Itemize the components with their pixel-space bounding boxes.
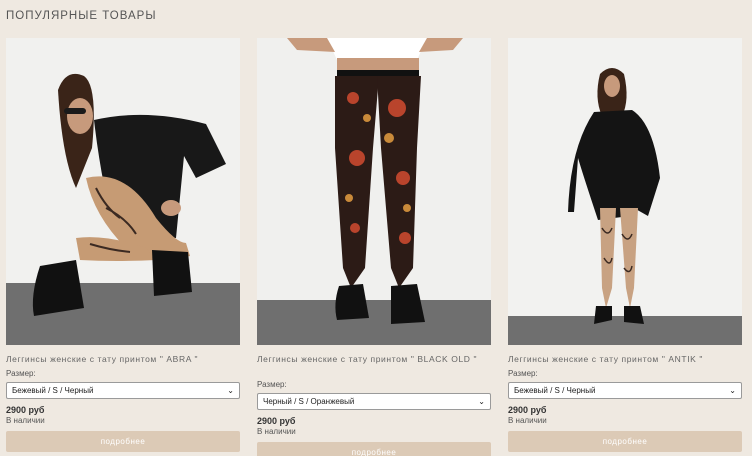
details-button[interactable]: подробнее xyxy=(6,431,240,452)
stock-status: В наличии xyxy=(508,416,547,425)
size-label: Размер: xyxy=(508,369,538,378)
variant-select[interactable]: Бежевый / S / Черный ⌄ xyxy=(508,382,742,399)
section-title: ПОПУЛЯРНЫЕ ТОВАРЫ xyxy=(6,10,157,22)
details-button[interactable]: подробнее xyxy=(508,431,742,452)
product-price: 2900 руб xyxy=(508,405,547,415)
variant-select[interactable]: Бежевый / S / Черный ⌄ xyxy=(6,382,240,399)
variant-select-value: Черный / S / Оранжевый xyxy=(263,397,355,406)
product-name[interactable]: Леггинсы женские с тату принтом " ANTIK … xyxy=(508,354,742,365)
product-card: Леггинсы женские с тату принтом " BLACK … xyxy=(257,38,491,456)
chevron-down-icon: ⌄ xyxy=(227,386,234,395)
chevron-down-icon: ⌄ xyxy=(478,397,485,406)
product-photo[interactable] xyxy=(508,38,742,345)
stock-status: В наличии xyxy=(6,416,45,425)
variant-select[interactable]: Черный / S / Оранжевый ⌄ xyxy=(257,393,491,410)
product-name[interactable]: Леггинсы женские с тату принтом " ABRA " xyxy=(6,354,240,365)
details-button[interactable]: подробнее xyxy=(257,442,491,456)
variant-select-value: Бежевый / S / Черный xyxy=(514,386,596,395)
popular-products-page: ПОПУЛЯРНЫЕ ТОВАРЫ Леггинсы женские с тат… xyxy=(0,0,752,456)
product-name[interactable]: Леггинсы женские с тату принтом " BLACK … xyxy=(257,354,491,376)
product-photo[interactable] xyxy=(257,38,491,345)
product-price: 2900 руб xyxy=(6,405,45,415)
product-card: Леггинсы женские с тату принтом " ABRA "… xyxy=(6,38,240,452)
chevron-down-icon: ⌄ xyxy=(729,386,736,395)
product-price: 2900 руб xyxy=(257,416,296,426)
product-card: Леггинсы женские с тату принтом " ANTIK … xyxy=(508,38,742,452)
stock-status: В наличии xyxy=(257,427,296,436)
size-label: Размер: xyxy=(257,380,287,389)
variant-select-value: Бежевый / S / Черный xyxy=(12,386,94,395)
size-label: Размер: xyxy=(6,369,36,378)
product-photo[interactable] xyxy=(6,38,240,345)
